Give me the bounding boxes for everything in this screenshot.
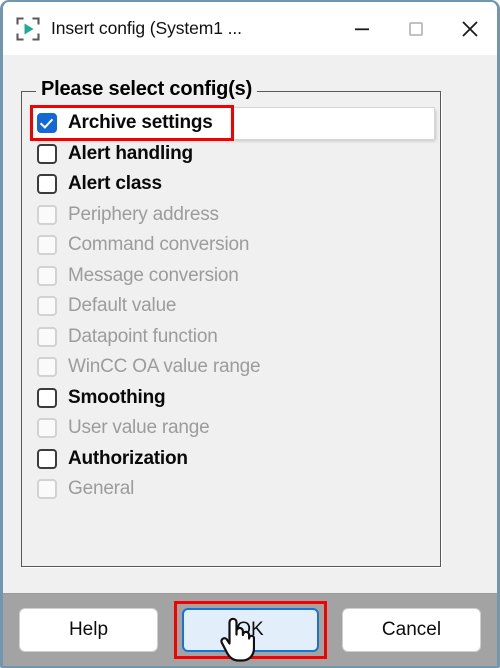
- checkbox-icon: [37, 204, 57, 225]
- checkbox-row-general: General: [33, 474, 434, 505]
- checkbox-icon[interactable]: [37, 143, 57, 164]
- maximize-icon: [409, 21, 423, 36]
- checkbox-icon[interactable]: [37, 387, 57, 408]
- checkbox-icon[interactable]: [37, 448, 57, 469]
- checkbox-icon[interactable]: [37, 174, 57, 195]
- config-checkbox-list: Archive settings Alert handling Alert clas…: [33, 108, 434, 505]
- checkbox-label: General: [68, 478, 135, 500]
- checkbox-icon[interactable]: [37, 113, 57, 134]
- checkbox-icon: [37, 479, 57, 500]
- groupbox-title: Please select config(s): [36, 78, 258, 101]
- config-selection-groupbox: Please select config(s) Archive settings…: [21, 78, 441, 567]
- dialog-button-bar: Help OK Cancel: [3, 593, 497, 666]
- checkbox-label: Command conversion: [68, 234, 250, 256]
- checkbox-row-datapoint-function: Datapoint function: [33, 322, 434, 353]
- cancel-button[interactable]: Cancel: [342, 608, 481, 652]
- checkbox-label: Datapoint function: [68, 325, 218, 347]
- checkbox-icon: [37, 326, 57, 347]
- ok-button[interactable]: OK: [181, 608, 319, 652]
- checkbox-label: Archive settings: [68, 112, 213, 134]
- checkbox-label: Periphery address: [68, 203, 219, 225]
- checkbox-label: Authorization: [68, 447, 188, 469]
- help-button[interactable]: Help: [19, 608, 158, 652]
- checkbox-row-command-conversion: Command conversion: [33, 230, 434, 261]
- checkbox-icon: [37, 235, 57, 256]
- ok-button-label: OK: [236, 619, 264, 640]
- title-bar: Insert config (System1 ...: [3, 2, 497, 55]
- checkbox-row-authorization[interactable]: Authorization: [33, 444, 434, 475]
- checkbox-row-user-value-range: User value range: [33, 413, 434, 444]
- checkbox-row-alert-class[interactable]: Alert class: [33, 169, 434, 200]
- minimize-button[interactable]: [335, 2, 389, 55]
- checkbox-icon: [37, 418, 57, 439]
- checkbox-row-wincc-oa-value-range: WinCC OA value range: [33, 352, 434, 383]
- annotation-rect-ok-button: OK: [173, 601, 327, 662]
- checkbox-icon: [37, 357, 57, 378]
- cancel-button-label: Cancel: [381, 619, 442, 640]
- checkbox-label: Alert class: [68, 173, 162, 195]
- checkbox-label: Default value: [68, 295, 177, 317]
- checkbox-icon: [37, 296, 57, 317]
- checkbox-label: User value range: [68, 417, 210, 439]
- checkbox-row-periphery-address: Periphery address: [33, 200, 434, 231]
- checkbox-label: Alert handling: [68, 142, 193, 164]
- help-button-label: Help: [68, 619, 109, 640]
- close-icon: [462, 20, 478, 37]
- dialog-client-area: Please select config(s) Archive settings…: [3, 55, 497, 593]
- checkbox-row-alert-handling[interactable]: Alert handling: [33, 139, 434, 170]
- play-in-brackets-icon: [15, 16, 41, 42]
- checkbox-row-message-conversion: Message conversion: [33, 261, 434, 292]
- checkbox-label: Message conversion: [68, 264, 239, 286]
- checkbox-label: Smoothing: [68, 386, 166, 408]
- checkbox-row-default-value: Default value: [33, 291, 434, 322]
- dialog-window: Insert config (System1 ... Please select…: [0, 0, 500, 668]
- close-button[interactable]: [443, 2, 497, 55]
- maximize-button[interactable]: [389, 2, 443, 55]
- window-title: Insert config (System1 ...: [51, 18, 242, 38]
- checkbox-icon: [37, 265, 57, 286]
- minimize-icon: [355, 27, 369, 30]
- checkbox-row-smoothing[interactable]: Smoothing: [33, 383, 434, 414]
- checkbox-label: WinCC OA value range: [68, 356, 261, 378]
- checkbox-row-archive-settings[interactable]: Archive settings: [33, 108, 434, 139]
